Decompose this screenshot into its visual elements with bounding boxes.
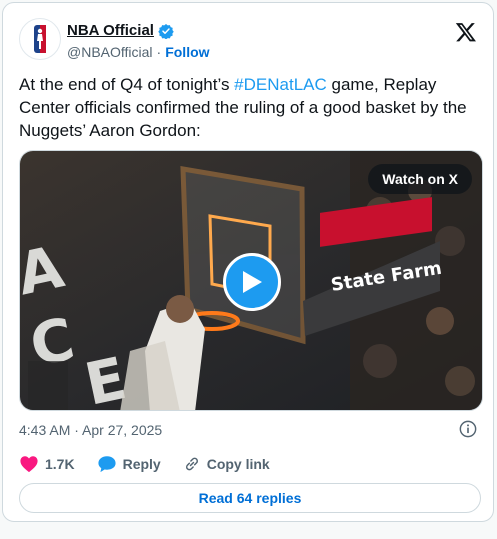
hashtag-link[interactable]: #DENatLAC xyxy=(234,75,327,94)
watch-on-x-button[interactable]: Watch on X xyxy=(368,164,472,194)
like-button[interactable]: 1.7K xyxy=(19,455,75,473)
author-handle[interactable]: @NBAOfficial xyxy=(67,44,153,60)
reply-bubble-icon xyxy=(97,456,116,473)
like-count: 1.7K xyxy=(45,456,75,472)
video-player[interactable]: A C E State Farm Watch on X xyxy=(19,150,483,411)
nba-logo-icon xyxy=(34,25,46,53)
author-name-row: NBA Official xyxy=(67,22,174,39)
reply-label: Reply xyxy=(122,456,161,472)
timestamp[interactable]: 4:43 AM · Apr 27, 2025 xyxy=(19,422,162,438)
play-icon xyxy=(243,271,262,293)
follow-button[interactable]: Follow xyxy=(165,44,209,60)
avatar[interactable] xyxy=(19,18,61,60)
action-bar: 1.7K Reply Copy link xyxy=(19,455,292,473)
play-button[interactable] xyxy=(223,253,281,311)
x-logo-icon[interactable] xyxy=(455,21,477,43)
tweet-text: At the end of Q4 of tonight’s #DENatLAC … xyxy=(19,73,479,142)
handle-separator: · xyxy=(156,44,162,60)
author-name[interactable]: NBA Official xyxy=(67,22,154,39)
link-icon xyxy=(185,457,198,471)
read-replies-button[interactable]: Read 64 replies xyxy=(19,483,481,513)
heart-icon xyxy=(20,456,38,473)
info-icon[interactable] xyxy=(459,420,477,438)
tweet-text-start: At the end of Q4 of tonight’s xyxy=(19,75,235,94)
author-handle-row: @NBAOfficial · Follow xyxy=(67,44,210,60)
reply-button[interactable]: Reply xyxy=(97,455,161,473)
tweet-card: NBA Official @NBAOfficial · Follow At th… xyxy=(2,2,494,522)
copy-link-button[interactable]: Copy link xyxy=(183,455,270,473)
copy-link-label: Copy link xyxy=(206,456,270,472)
verified-badge-icon xyxy=(158,23,174,39)
